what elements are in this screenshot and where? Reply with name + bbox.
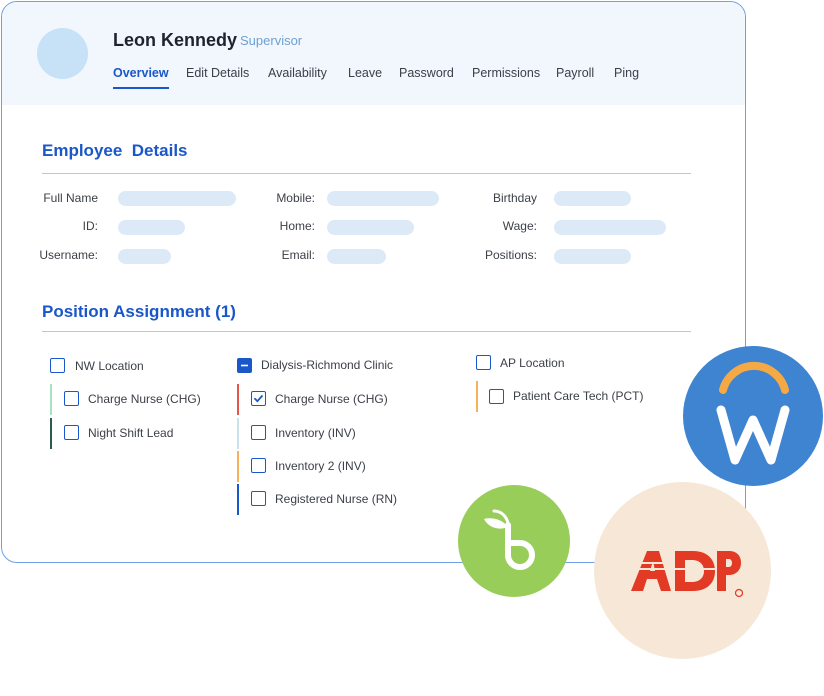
- tab-leave[interactable]: Leave: [348, 66, 382, 80]
- tab-payroll[interactable]: Payroll: [556, 66, 594, 80]
- patient-care-tech-checkbox[interactable]: [489, 389, 504, 404]
- inventory-checkbox[interactable]: [251, 425, 266, 440]
- positions-value: [554, 249, 631, 264]
- tab-overview[interactable]: Overview: [113, 66, 169, 89]
- charge-nurse-dialysis-checkbox[interactable]: [251, 391, 266, 406]
- bamboohr-logo-icon: [458, 485, 570, 597]
- position-color-bar: [50, 418, 52, 449]
- inventory-2-checkbox[interactable]: [251, 458, 266, 473]
- position-color-bar: [237, 484, 239, 515]
- dialysis-clinic-label: Dialysis-Richmond Clinic: [261, 358, 394, 372]
- charge-nurse-nw-label: Charge Nurse (CHG): [88, 392, 201, 406]
- mobile-label: Mobile:: [276, 191, 315, 205]
- registered-nurse-label: Registered Nurse (RN): [275, 492, 398, 506]
- minus-icon: [241, 364, 248, 367]
- home-label: Home:: [279, 219, 315, 233]
- tab-edit-details[interactable]: Edit Details: [186, 66, 249, 80]
- employee-role: Supervisor: [240, 33, 303, 48]
- email-label: Email:: [281, 248, 315, 262]
- employee-card: Leon Kennedy Supervisor Overview Edit De…: [1, 1, 746, 563]
- birthday-label: Birthday: [492, 191, 537, 205]
- adp-logo-icon: [594, 482, 771, 659]
- wage-label: Wage:: [502, 219, 537, 233]
- positions-label: Positions:: [484, 248, 537, 262]
- employee-name: Leon Kennedy: [113, 30, 238, 50]
- email-value: [327, 249, 386, 264]
- inventory-label: Inventory (INV): [275, 426, 356, 440]
- tab-permissions[interactable]: Permissions: [472, 66, 540, 80]
- checkmark-icon: [254, 395, 263, 403]
- tab-ping[interactable]: Ping: [614, 66, 639, 80]
- night-shift-lead-checkbox[interactable]: [64, 425, 79, 440]
- username-label: Username:: [39, 248, 98, 262]
- position-color-bar: [50, 384, 52, 415]
- charge-nurse-nw-checkbox[interactable]: [64, 391, 79, 406]
- id-value: [118, 220, 185, 235]
- dialysis-clinic-checkbox[interactable]: [237, 358, 252, 373]
- charge-nurse-dialysis-label: Charge Nurse (CHG): [275, 392, 388, 406]
- nw-location-checkbox[interactable]: [50, 358, 65, 373]
- profile-header: Leon Kennedy Supervisor Overview Edit De…: [2, 2, 745, 105]
- position-color-bar: [476, 381, 478, 412]
- registered-nurse-checkbox[interactable]: [251, 491, 266, 506]
- position-color-bar: [237, 418, 239, 449]
- ap-location-checkbox[interactable]: [476, 355, 491, 370]
- mobile-value: [327, 191, 439, 206]
- tab-password[interactable]: Password: [399, 66, 454, 80]
- section-divider: [42, 331, 691, 332]
- workday-logo-icon: [683, 346, 823, 486]
- position-color-bar: [237, 451, 239, 482]
- patient-care-tech-label: Patient Care Tech (PCT): [513, 389, 644, 403]
- home-value: [327, 220, 414, 235]
- position-assignment-title: Position Assignment (1): [42, 302, 236, 321]
- wage-value: [554, 220, 666, 235]
- birthday-value: [554, 191, 631, 206]
- nw-location-label: NW Location: [75, 359, 144, 373]
- section-divider: [42, 173, 691, 174]
- full-name-value: [118, 191, 236, 206]
- ap-location-label: AP Location: [500, 356, 565, 370]
- full-name-label: Full Name: [43, 191, 98, 205]
- night-shift-lead-label: Night Shift Lead: [88, 426, 174, 440]
- id-label: ID:: [82, 219, 98, 233]
- employee-details-title: Employee Details: [42, 141, 188, 160]
- username-value: [118, 249, 171, 264]
- tab-availability[interactable]: Availability: [268, 66, 327, 80]
- inventory-2-label: Inventory 2 (INV): [275, 459, 366, 473]
- avatar[interactable]: [37, 28, 88, 79]
- position-color-bar: [237, 384, 239, 415]
